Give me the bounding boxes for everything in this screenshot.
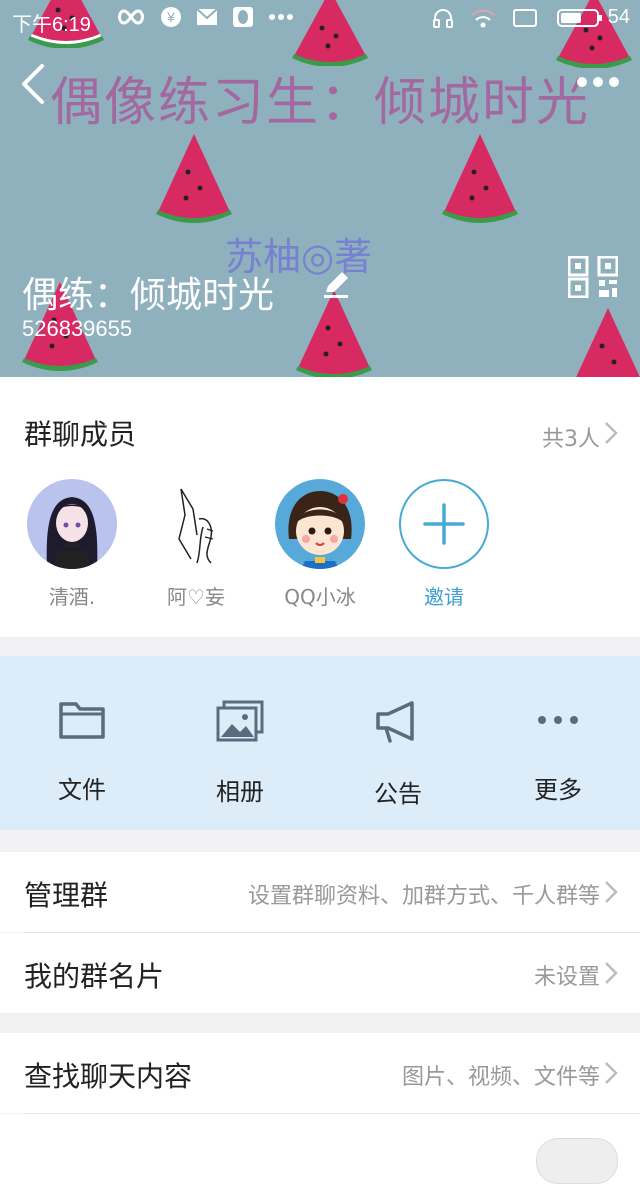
- tool-label: 公告: [374, 780, 422, 808]
- status-time: 下午6:19: [12, 14, 91, 36]
- back-icon[interactable]: [14, 62, 54, 106]
- tool-album[interactable]: 相册: [180, 700, 300, 807]
- more-options-icon[interactable]: [574, 64, 622, 100]
- watermelon-decor-icon: [156, 134, 232, 223]
- chevron-right-icon: [605, 881, 618, 903]
- member-item[interactable]: 阿♡妄: [146, 479, 246, 610]
- group-id: 526839655: [22, 316, 133, 341]
- watermelon-decor-icon: [576, 308, 640, 377]
- battery-level: 54: [607, 6, 630, 28]
- plus-icon: [423, 503, 465, 545]
- screen-icon: [512, 8, 537, 27]
- tool-label: 更多: [534, 776, 582, 804]
- tool-label: 相册: [216, 778, 264, 806]
- invite-button[interactable]: 邀请: [394, 479, 494, 610]
- invite-label: 邀请: [424, 585, 464, 609]
- announcement-icon: [376, 701, 414, 743]
- search-chat-row[interactable]: 查找聊天内容 图片、视频、文件等: [0, 1033, 640, 1113]
- qr-code-icon[interactable]: [568, 256, 618, 298]
- edit-icon[interactable]: [322, 270, 350, 298]
- members-title: 群聊成员: [24, 418, 137, 451]
- group-banner-text: 偶像练习生：倾城时光: [50, 73, 591, 133]
- row-title: 我的群名片: [24, 960, 165, 993]
- wifi-icon: [471, 9, 495, 27]
- tool-announcement[interactable]: 公告: [338, 700, 458, 809]
- chevron-right-icon: [605, 962, 618, 984]
- member-name: QQ小冰: [284, 585, 356, 609]
- overflow-dots-icon: [269, 14, 293, 20]
- qq-xiaobing-avatar-icon: [288, 491, 352, 569]
- sketch-avatar-icon: [178, 488, 214, 564]
- group-header: 偶像练习生：倾城时光 苏柚◎著 下午6:19 ¥ 54 偶练：倾城时光 5268…: [0, 0, 640, 377]
- more-icon: [538, 716, 578, 724]
- member-item[interactable]: 清酒.: [22, 479, 122, 610]
- members-count[interactable]: 共3人: [542, 421, 600, 453]
- mail-icon: [196, 8, 218, 25]
- invite-circle[interactable]: [399, 479, 489, 569]
- avatar[interactable]: [27, 479, 117, 569]
- tool-more[interactable]: 更多: [498, 700, 618, 805]
- row-value: 设置群聊资料、加群方式、千人群等: [247, 884, 600, 909]
- yen-icon: ¥: [161, 7, 181, 27]
- my-group-card-row[interactable]: 我的群名片 未设置: [0, 933, 640, 1013]
- group-name: 偶练：倾城时光: [22, 275, 275, 316]
- toggle-switch[interactable]: [536, 1138, 618, 1184]
- status-icons-left: ¥: [116, 6, 294, 28]
- avatar[interactable]: [275, 479, 365, 569]
- folder-icon: [59, 702, 105, 739]
- manage-group-row[interactable]: 管理群 设置群聊资料、加群方式、千人群等: [0, 852, 640, 932]
- row-value: 未设置: [533, 965, 600, 990]
- member-name: 清酒.: [48, 585, 96, 609]
- headphones-icon: [432, 8, 453, 28]
- tools-section: 文件 相册 公告 更多: [0, 656, 640, 830]
- row-title: 管理群: [24, 879, 109, 912]
- chevron-right-icon[interactable]: [604, 421, 618, 445]
- album-icon: [216, 700, 264, 742]
- svg-text:¥: ¥: [166, 9, 175, 25]
- chevron-right-icon: [605, 1062, 618, 1084]
- qq-icon: [233, 7, 253, 27]
- tool-files[interactable]: 文件: [22, 700, 142, 805]
- row-value: 图片、视频、文件等: [401, 1065, 600, 1090]
- infinity-icon: [118, 9, 144, 25]
- tool-label: 文件: [58, 776, 106, 804]
- watermelon-decor-icon: [442, 134, 518, 223]
- battery-icon: [556, 8, 602, 27]
- row-title: 查找聊天内容: [24, 1060, 193, 1093]
- avatar[interactable]: [151, 479, 241, 569]
- status-bar: 下午6:19 ¥ 54: [0, 0, 640, 40]
- partial-toggle-row[interactable]: [0, 1114, 640, 1194]
- member-item[interactable]: QQ小冰: [270, 479, 370, 610]
- status-icons-right: 54: [432, 6, 630, 29]
- members-section: 群聊成员 共3人 清酒. 阿♡妄 QQ小冰 邀请: [0, 377, 640, 637]
- battery: 54: [554, 6, 630, 29]
- member-name: 阿♡妄: [167, 585, 225, 609]
- anime-girl-avatar-icon: [46, 497, 98, 569]
- watermelon-decor-icon: [296, 290, 372, 377]
